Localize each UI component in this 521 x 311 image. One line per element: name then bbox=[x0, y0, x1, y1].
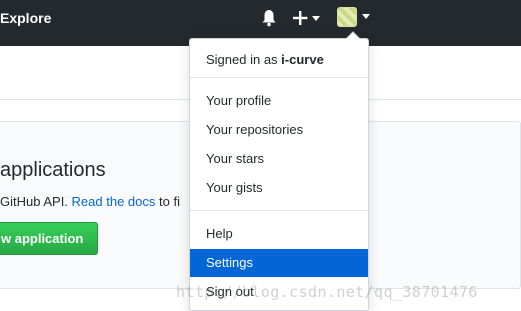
panel-description: GitHub API. Read the docs to fi bbox=[0, 193, 180, 211]
signed-in-label: Signed in as bbox=[206, 52, 282, 67]
avatar-icon[interactable] bbox=[337, 7, 357, 27]
description-text-end: to fi bbox=[155, 194, 180, 209]
description-text: GitHub API. bbox=[0, 194, 72, 209]
menu-item-your-profile[interactable]: Your profile bbox=[190, 87, 368, 115]
signed-in-as: Signed in as i-curve bbox=[206, 51, 324, 69]
dropdown-caret bbox=[346, 31, 360, 39]
menu-item-help[interactable]: Help bbox=[190, 220, 368, 248]
menu-divider bbox=[190, 77, 368, 78]
page-title: applications bbox=[0, 159, 106, 181]
menu-item-your-stars[interactable]: Your stars bbox=[190, 145, 368, 173]
menu-divider bbox=[190, 210, 368, 211]
chevron-down-icon bbox=[312, 16, 320, 21]
bell-icon[interactable] bbox=[261, 9, 277, 27]
username: i-curve bbox=[281, 52, 324, 67]
chevron-down-icon bbox=[362, 14, 370, 19]
plus-icon[interactable] bbox=[293, 9, 321, 27]
explore-link[interactable]: Explore bbox=[0, 9, 51, 27]
user-dropdown-menu: Signed in as i-curve Your profile Your r… bbox=[189, 38, 369, 311]
user-menu-toggle[interactable] bbox=[337, 7, 371, 27]
read-the-docs-link[interactable]: Read the docs bbox=[72, 194, 156, 209]
watermark: http://blog.csdn.net/qq_38701476 bbox=[176, 283, 478, 301]
menu-item-your-gists[interactable]: Your gists bbox=[190, 174, 368, 202]
menu-item-settings[interactable]: Settings bbox=[190, 249, 368, 277]
menu-item-your-repositories[interactable]: Your repositories bbox=[190, 116, 368, 144]
new-application-button[interactable]: w application bbox=[0, 222, 98, 255]
